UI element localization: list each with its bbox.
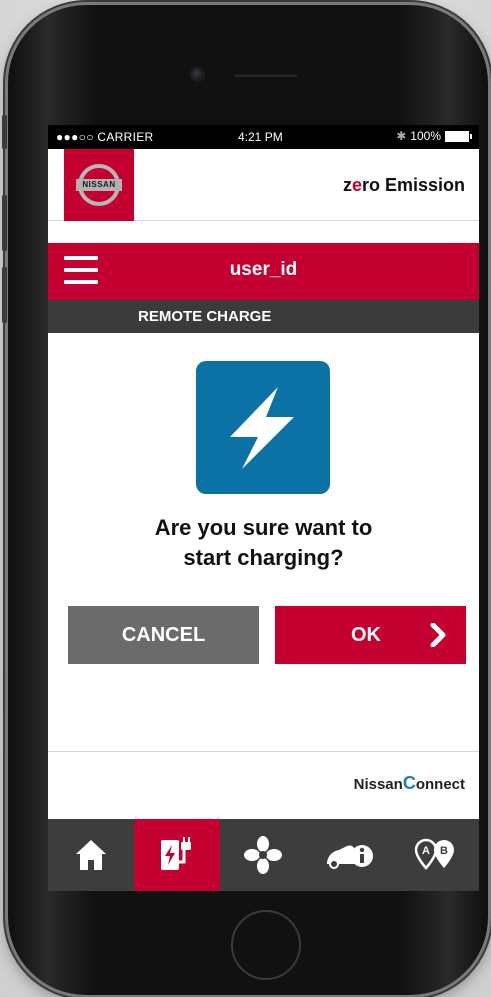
svg-text:A: A xyxy=(422,845,430,857)
footer-divider xyxy=(48,751,479,752)
car-info-icon xyxy=(327,845,373,869)
fan-icon xyxy=(244,836,282,874)
tab-home[interactable] xyxy=(48,819,134,891)
ok-label: OK xyxy=(351,624,381,646)
question-line-1: Are you sure want to xyxy=(154,515,373,540)
app-header: NISSAN zero Emission xyxy=(48,149,479,221)
cancel-label: CANCEL xyxy=(121,624,206,646)
volume-up-button xyxy=(2,195,7,251)
bluetooth-icon: ✱ xyxy=(396,129,407,143)
volume-down-button xyxy=(2,267,7,323)
tab-climate[interactable] xyxy=(220,819,306,891)
svg-text:B: B xyxy=(440,845,448,857)
tab-vehicle-info[interactable] xyxy=(306,819,392,891)
battery-icon xyxy=(445,130,472,142)
nissan-logo-text: NISSAN xyxy=(76,179,122,191)
phone-frame: ●●●○○ CARRIER 4:21 PM ✱ 100% NISSAN zero… xyxy=(2,5,488,995)
chevron-right-icon xyxy=(430,623,446,647)
cancel-button[interactable]: CANCEL xyxy=(68,606,259,664)
earpiece-speaker xyxy=(234,73,298,77)
charge-tile xyxy=(196,361,330,494)
tab-charge[interactable] xyxy=(134,819,220,891)
clock: 4:21 PM xyxy=(238,130,283,144)
home-icon xyxy=(76,840,106,870)
section-title: REMOTE CHARGE xyxy=(138,308,272,325)
carrier-label: ●●●○○ CARRIER xyxy=(56,130,154,144)
question-line-2: start charging? xyxy=(183,545,344,570)
nissan-logo: NISSAN xyxy=(64,149,134,221)
confirm-question: Are you sure want to start charging? xyxy=(48,513,479,573)
title-bar: user_id xyxy=(48,243,479,300)
home-button[interactable] xyxy=(231,910,301,980)
section-header: REMOTE CHARGE xyxy=(48,300,479,333)
ok-button[interactable]: OK xyxy=(275,606,466,664)
username-label: user_id xyxy=(229,259,298,280)
charge-icon xyxy=(161,837,191,870)
lightning-bolt-icon xyxy=(230,387,294,469)
nissanconnect-logo: NissanConnect xyxy=(353,773,465,793)
status-bar: ●●●○○ CARRIER 4:21 PM ✱ 100% xyxy=(48,125,479,149)
bottom-tab-bar: A B xyxy=(48,819,479,891)
mute-switch xyxy=(2,115,7,149)
status-right: ✱ 100% xyxy=(396,129,472,143)
zero-emission-logo: zero Emission xyxy=(342,175,465,195)
map-route-icon: A B xyxy=(414,838,454,870)
app-screen: ●●●○○ CARRIER 4:21 PM ✱ 100% NISSAN zero… xyxy=(48,125,479,891)
tab-route[interactable]: A B xyxy=(392,819,478,891)
battery-percent: 100% xyxy=(410,129,441,143)
camera-icon xyxy=(192,69,203,80)
